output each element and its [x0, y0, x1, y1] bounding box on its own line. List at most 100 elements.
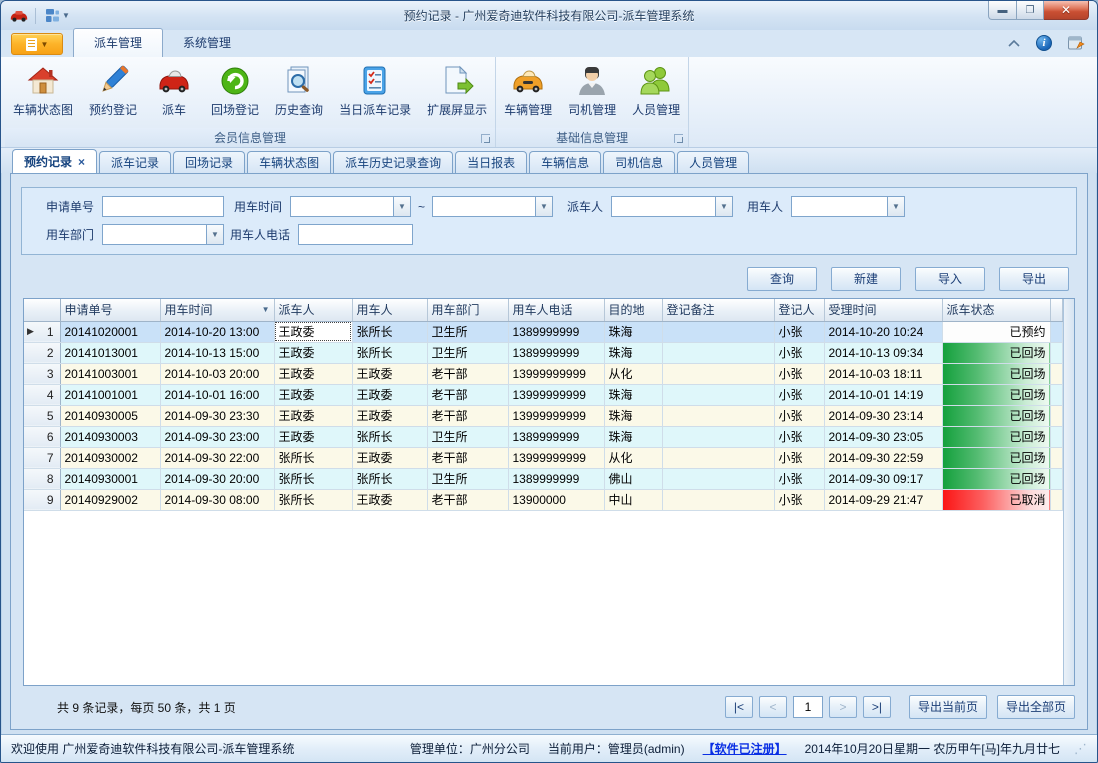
- cell-registrar[interactable]: 小张: [774, 447, 824, 468]
- cell-department[interactable]: 老干部: [427, 489, 508, 510]
- cell-apply-no[interactable]: 20141013001: [60, 342, 160, 363]
- cell-dispatch-status[interactable]: 已取消: [942, 489, 1050, 510]
- cell-apply-no[interactable]: 20140929002: [60, 489, 160, 510]
- export-all-pages-button[interactable]: 导出全部页: [997, 695, 1075, 719]
- resize-grip-icon[interactable]: ⋰: [1074, 741, 1087, 757]
- cell-remark[interactable]: [662, 342, 774, 363]
- dispatcher-combo[interactable]: ▼: [611, 196, 733, 217]
- cell-accept-time[interactable]: 2014-10-13 09:34: [824, 342, 942, 363]
- cell-accept-time[interactable]: 2014-10-01 14:19: [824, 384, 942, 405]
- cell-dispatch-status[interactable]: 已回场: [942, 384, 1050, 405]
- driver-manage-button[interactable]: 司机管理: [560, 61, 624, 120]
- info-icon[interactable]: i: [1036, 35, 1052, 51]
- cell-phone[interactable]: 13999999999: [508, 384, 604, 405]
- cell-registrar[interactable]: 小张: [774, 489, 824, 510]
- cell-phone[interactable]: 1389999999: [508, 342, 604, 363]
- cell-registrar[interactable]: 小张: [774, 384, 824, 405]
- history-query-button[interactable]: 历史查询: [267, 61, 331, 120]
- cell-destination[interactable]: 从化: [604, 447, 662, 468]
- dialog-launcher-icon[interactable]: [674, 134, 683, 143]
- cell-use-time[interactable]: 2014-10-01 16:00: [160, 384, 274, 405]
- cell-phone[interactable]: 13999999999: [508, 363, 604, 384]
- close-button[interactable]: ✕: [1044, 1, 1089, 20]
- chevron-down-icon[interactable]: ▼: [715, 196, 733, 217]
- next-page-button[interactable]: >: [829, 696, 857, 718]
- cell-remark[interactable]: [662, 384, 774, 405]
- chevron-down-icon[interactable]: ▼: [535, 196, 553, 217]
- cell-dispatcher[interactable]: 张所长: [274, 468, 352, 489]
- cell-destination[interactable]: 珠海: [604, 384, 662, 405]
- cell-dispatch-status[interactable]: 已回场: [942, 405, 1050, 426]
- user-input[interactable]: [791, 196, 887, 217]
- row-indicator[interactable]: 9: [24, 489, 60, 510]
- tab-reservation-records[interactable]: 预约记录 ×: [12, 149, 97, 173]
- department-input[interactable]: [102, 224, 206, 245]
- use-time-from-input[interactable]: [290, 196, 393, 217]
- cell-accept-time[interactable]: 2014-09-30 22:59: [824, 447, 942, 468]
- cell-phone[interactable]: 1389999999: [508, 468, 604, 489]
- phone-input[interactable]: [298, 224, 413, 245]
- cell-user[interactable]: 王政委: [352, 363, 427, 384]
- header-destination[interactable]: 目的地: [604, 299, 662, 321]
- cell-dispatcher[interactable]: 王政委: [274, 384, 352, 405]
- cell-apply-no[interactable]: 20140930005: [60, 405, 160, 426]
- cell-destination[interactable]: 佛山: [604, 468, 662, 489]
- cell-use-time[interactable]: 2014-09-30 22:00: [160, 447, 274, 468]
- header-apply-no[interactable]: 申请单号: [60, 299, 160, 321]
- row-indicator[interactable]: 6: [24, 426, 60, 447]
- cell-remark[interactable]: [662, 405, 774, 426]
- cell-remark[interactable]: [662, 489, 774, 510]
- cell-registrar[interactable]: 小张: [774, 342, 824, 363]
- cell-registrar[interactable]: 小张: [774, 405, 824, 426]
- cell-apply-no[interactable]: 20140930001: [60, 468, 160, 489]
- cell-destination[interactable]: 从化: [604, 363, 662, 384]
- dispatch-button[interactable]: 派车: [145, 61, 203, 120]
- cell-accept-time[interactable]: 2014-10-03 18:11: [824, 363, 942, 384]
- table-row[interactable]: 7201409300022014-09-30 22:00张所长王政委老干部139…: [24, 447, 1063, 468]
- cell-registrar[interactable]: 小张: [774, 468, 824, 489]
- tab-dispatch-history-query[interactable]: 派车历史记录查询: [333, 151, 453, 173]
- cell-dispatcher[interactable]: 王政委: [274, 321, 352, 342]
- cell-department[interactable]: 卫生所: [427, 342, 508, 363]
- return-register-button[interactable]: 回场登记: [203, 61, 267, 120]
- header-status[interactable]: 派车状态: [942, 299, 1050, 321]
- prev-page-button[interactable]: <: [759, 696, 787, 718]
- cell-department[interactable]: 老干部: [427, 384, 508, 405]
- tab-dispatch-records[interactable]: 派车记录: [99, 151, 171, 173]
- cell-use-time[interactable]: 2014-10-13 15:00: [160, 342, 274, 363]
- cell-department[interactable]: 老干部: [427, 405, 508, 426]
- header-remark[interactable]: 登记备注: [662, 299, 774, 321]
- first-page-button[interactable]: |<: [725, 696, 753, 718]
- table-row[interactable]: 6201409300032014-09-30 23:00王政委张所长卫生所138…: [24, 426, 1063, 447]
- table-row[interactable]: 9201409290022014-09-30 08:00张所长王政委老干部139…: [24, 489, 1063, 510]
- cell-accept-time[interactable]: 2014-09-30 09:17: [824, 468, 942, 489]
- cell-registrar[interactable]: 小张: [774, 363, 824, 384]
- cell-department[interactable]: 老干部: [427, 363, 508, 384]
- table-row[interactable]: 5201409300052014-09-30 23:30王政委王政委老干部139…: [24, 405, 1063, 426]
- cell-use-time[interactable]: 2014-09-30 20:00: [160, 468, 274, 489]
- cell-phone[interactable]: 13999999999: [508, 405, 604, 426]
- cell-phone[interactable]: 1389999999: [508, 321, 604, 342]
- chevron-down-icon[interactable]: ▼: [206, 224, 224, 245]
- header-phone[interactable]: 用车人电话: [508, 299, 604, 321]
- cell-user[interactable]: 王政委: [352, 405, 427, 426]
- cell-accept-time[interactable]: 2014-09-30 23:14: [824, 405, 942, 426]
- cell-registrar[interactable]: 小张: [774, 426, 824, 447]
- cell-destination[interactable]: 中山: [604, 489, 662, 510]
- table-row[interactable]: 8201409300012014-09-30 20:00张所长张所长卫生所138…: [24, 468, 1063, 489]
- cell-use-time[interactable]: 2014-09-30 23:00: [160, 426, 274, 447]
- about-window-icon[interactable]: [1068, 36, 1085, 51]
- vertical-scrollbar[interactable]: [1063, 299, 1074, 685]
- cell-registrar[interactable]: 小张: [774, 321, 824, 342]
- page-number-input[interactable]: [793, 696, 823, 718]
- cell-dispatch-status[interactable]: 已回场: [942, 468, 1050, 489]
- cell-use-time[interactable]: 2014-10-03 20:00: [160, 363, 274, 384]
- cell-dispatcher[interactable]: 王政委: [274, 426, 352, 447]
- cell-dispatch-status[interactable]: 已预约: [942, 321, 1050, 342]
- cell-remark[interactable]: [662, 468, 774, 489]
- tab-daily-report[interactable]: 当日报表: [455, 151, 527, 173]
- cell-apply-no[interactable]: 20141003001: [60, 363, 160, 384]
- cell-user[interactable]: 王政委: [352, 384, 427, 405]
- header-dispatcher[interactable]: 派车人: [274, 299, 352, 321]
- table-row[interactable]: 4201410010012014-10-01 16:00王政委王政委老干部139…: [24, 384, 1063, 405]
